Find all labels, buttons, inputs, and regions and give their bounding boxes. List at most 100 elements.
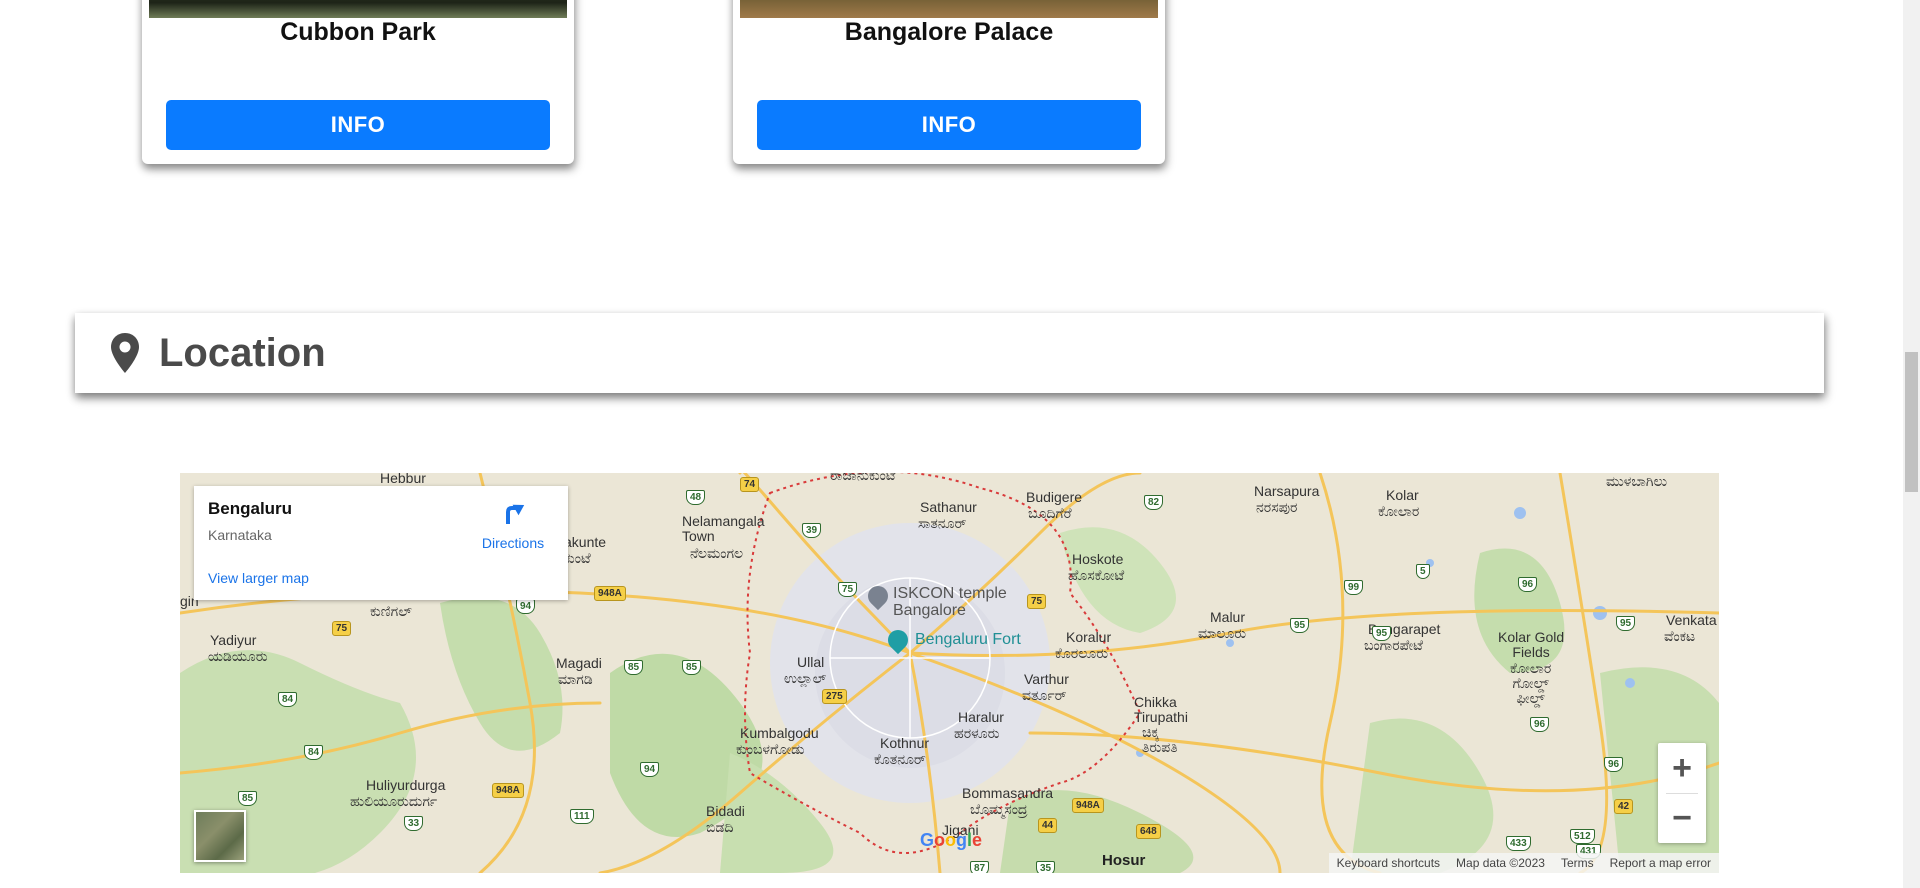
scrollbar-thumb[interactable] <box>1905 352 1918 492</box>
map-label-kolar: Kolar <box>1386 487 1419 503</box>
google-logo: Google <box>920 830 983 850</box>
road-shield: 95 <box>1290 618 1310 633</box>
map-data-text: Map data ©2023 <box>1456 856 1545 870</box>
directions-icon <box>506 504 525 524</box>
map-label-sathanur: Sathanur <box>920 499 977 515</box>
card-image <box>149 0 567 18</box>
section-title: Location <box>159 330 326 375</box>
map-label-kothnur: Kothnur <box>880 735 930 751</box>
map-label-magadi: Magadi <box>556 655 602 671</box>
road-shield: 84 <box>304 745 324 760</box>
road-shield: 85 <box>682 660 702 675</box>
map-label-koralur: Koralur <box>1066 629 1112 645</box>
report-error-link[interactable]: Report a map error <box>1610 856 1711 870</box>
map-label-mulbagal-kn: ಮುಳಬಾಗಿಲು <box>1606 473 1668 489</box>
road-shield: 48 <box>686 490 706 505</box>
map-label-hoskote: Hoskote <box>1072 551 1124 567</box>
map-label-hosur: Hosur <box>1102 852 1146 869</box>
poi-fort[interactable] <box>883 625 913 655</box>
road-shield: 96 <box>1604 757 1624 772</box>
zoom-divider <box>1666 793 1698 794</box>
map-label-nelamangala: Nelamangala Town <box>682 513 765 544</box>
map-label-bommasandra: Bommasandra <box>962 785 1054 801</box>
directions-button[interactable]: Directions <box>478 498 548 551</box>
map-label-koralur-kn: ಕೊರಲೂರು <box>1055 645 1109 661</box>
place-info-card: Bengaluru Karnataka View larger map Dire… <box>194 486 568 600</box>
map-label-huliyurdurga-kn: ಹುಲಿಯೂರುದುರ್ಗ <box>350 793 438 809</box>
map-label-sathanur-kn: ಸಾತನೂರ್ <box>918 515 967 531</box>
page-scrollbar[interactable] <box>1903 0 1920 888</box>
road-shield: 96 <box>1530 717 1550 732</box>
place-name: Bengaluru <box>208 499 293 518</box>
map-attribution: Keyboard shortcuts Map data ©2023 Terms … <box>1328 853 1719 873</box>
road-shield: 111 <box>570 809 594 824</box>
road-shield: 648 <box>1136 824 1161 839</box>
map-label-venkata-kn: ವೆಂಕಟ <box>1664 628 1696 644</box>
poi-iskcon-label: ISKCON temple Bangalore <box>893 585 1007 619</box>
map-label-venkata: Venkata <box>1666 612 1717 628</box>
zoom-control: + − <box>1658 743 1706 843</box>
view-larger-map-link[interactable]: View larger map <box>208 570 309 586</box>
road-shield: 948A <box>1072 798 1104 813</box>
landmark-pin-icon <box>883 625 913 655</box>
map-label-malur: Malur <box>1210 609 1246 625</box>
road-shield: 433 <box>1506 836 1531 851</box>
keyboard-shortcuts-link[interactable]: Keyboard shortcuts <box>1337 856 1440 870</box>
road-shield: 84 <box>278 692 298 707</box>
map-label-bangarapet-kn: ಬಂಗಾರಪೇಟೆ <box>1364 637 1423 653</box>
map-label-kgf: Kolar Gold Fields <box>1498 629 1565 660</box>
satellite-layer-toggle[interactable] <box>194 810 246 862</box>
poi-iskcon[interactable] <box>863 581 893 611</box>
map-label-bidadi: Bidadi <box>706 803 745 819</box>
map-label-malur-kn: ಮಾಲೂರು <box>1198 625 1247 641</box>
map-label-varthur-kn: ವರ್ತೂರ್ <box>1022 687 1067 703</box>
map-label-kumbalgodu-kn: ಕುಂಬಳಗೋಡು <box>736 741 805 757</box>
map-label-kunigal-kn: ಕುಣಿಗಲ್ <box>370 603 412 619</box>
embedded-map[interactable]: Hebbur Nelamangala Town ನೆಲಮಂಗಲ Sathanur… <box>180 473 1719 873</box>
map-label-bidadi-kn: ಬಿಡದಿ <box>706 819 734 835</box>
map-label-dabaspet: akunte <box>564 534 607 550</box>
road-shield: 94 <box>516 599 536 614</box>
terms-link[interactable]: Terms <box>1561 856 1594 870</box>
attraction-card-cubbon-park: Cubbon Park INFO <box>142 0 574 164</box>
road-shield: 33 <box>404 816 424 831</box>
map-label-dabaspet-kn: ಕುಂಟೆ <box>564 550 591 566</box>
road-shield: 99 <box>1344 580 1364 595</box>
road-shield: 39 <box>802 523 822 538</box>
road-shield: 512 <box>1570 829 1595 844</box>
road-shield: 42 <box>1614 799 1634 814</box>
road-shield: 948A <box>594 586 626 601</box>
road-shield: 95 <box>1372 626 1392 641</box>
info-button[interactable]: INFO <box>757 100 1141 150</box>
road-shield: 5 <box>1416 564 1430 579</box>
map-label-ullal: Ullal <box>797 654 825 670</box>
map-label-hebbur: Hebbur <box>380 473 426 486</box>
card-title: Bangalore Palace <box>844 18 1054 46</box>
road-shield: 85 <box>624 660 644 675</box>
map-label-haralur-kn: ಹರಳೂರು <box>954 725 1000 741</box>
place-region: Karnataka <box>208 527 272 543</box>
map-label-narsapura-kn: ನರಸಪುರ <box>1256 499 1298 515</box>
zoom-out-button[interactable]: − <box>1658 793 1706 843</box>
map-label-hoskote-kn: ಹೊಸಕೋಟೆ <box>1068 567 1125 583</box>
map-label-huliyurdurga: Huliyurdurga <box>366 777 446 793</box>
card-image <box>740 0 1158 18</box>
road-shield: 94 <box>640 762 660 777</box>
road-shield: 75 <box>332 621 352 636</box>
road-shield: 75 <box>1027 594 1047 609</box>
zoom-in-button[interactable]: + <box>1658 743 1706 793</box>
map-label-bommasandra-kn: ಬೊಮ್ಮಸಂದ್ರ <box>970 801 1028 817</box>
card-title: Cubbon Park <box>280 18 436 46</box>
map-label-magadi-kn: ಮಾಗಡಿ <box>558 671 593 687</box>
map-label-budigere: Budigere <box>1026 489 1083 505</box>
road-shield: 948A <box>492 783 524 798</box>
map-label-yadiyur-kn: ಯಡಿಯೂರು <box>208 648 268 664</box>
road-shield: 74 <box>740 477 760 492</box>
location-section-header: Location <box>75 313 1824 393</box>
road-shield: 95 <box>1616 616 1636 631</box>
road-shield: 35 <box>1036 861 1056 873</box>
road-shield: 275 <box>822 689 847 704</box>
temple-pin-icon <box>863 581 893 611</box>
road-shield: 87 <box>970 861 990 873</box>
info-button[interactable]: INFO <box>166 100 550 150</box>
